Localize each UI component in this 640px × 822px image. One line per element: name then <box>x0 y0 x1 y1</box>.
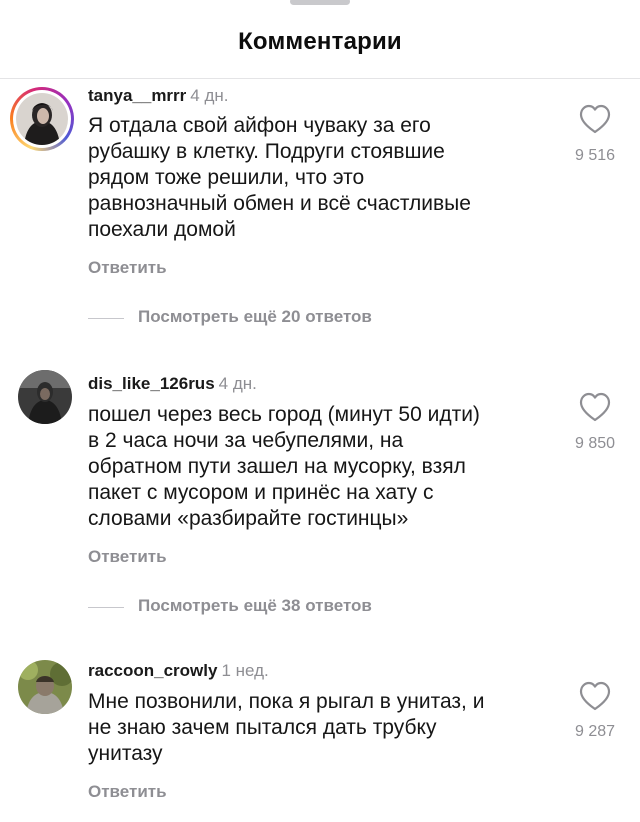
avatar-photo <box>18 370 72 424</box>
header-divider <box>0 78 640 79</box>
comment-meta: tanya__mrrr 4 дн. <box>88 86 229 106</box>
avatar <box>16 93 68 145</box>
like-count: 9 850 <box>574 435 616 452</box>
reply-button[interactable]: Ответить <box>88 547 167 567</box>
reply-button[interactable]: Ответить <box>88 782 167 802</box>
avatar-photo <box>16 93 68 145</box>
comment-text: Мне позвонили, пока я рыгал в унитаз, и … <box>88 690 485 765</box>
comment-time: 4 дн. <box>218 374 257 393</box>
comment-time: 1 нед. <box>221 661 269 680</box>
username[interactable]: dis_like_126rus <box>88 374 215 393</box>
replies-divider <box>88 607 124 608</box>
avatar[interactable] <box>18 660 72 714</box>
comments-sheet: Комментарии tanya__mrrr 4 дн. Я отдала св… <box>0 0 640 822</box>
comment-meta: dis_like_126rus 4 дн. <box>88 374 257 394</box>
heart-outline-icon[interactable] <box>578 103 612 135</box>
sheet-grabber[interactable] <box>290 0 350 5</box>
view-replies-label: Посмотреть ещё 38 ответов <box>138 596 372 615</box>
view-replies-button[interactable]: Посмотреть ещё 20 ответов <box>88 307 428 329</box>
like-count: 9 287 <box>574 723 616 740</box>
comment-time: 4 дн. <box>190 86 229 105</box>
avatar-photo <box>18 660 72 714</box>
comment-meta: raccoon_crowly 1 нед. <box>88 661 269 681</box>
avatar-story-ring[interactable] <box>10 87 74 151</box>
username[interactable]: raccoon_crowly <box>88 661 217 680</box>
avatar[interactable] <box>18 370 72 424</box>
reply-button[interactable]: Ответить <box>88 258 167 278</box>
comment-text: пошел через весь город (минут 50 идти) в… <box>88 403 480 530</box>
username[interactable]: tanya__mrrr <box>88 86 186 105</box>
replies-divider <box>88 318 124 319</box>
view-replies-label: Посмотреть ещё 20 ответов <box>138 307 372 326</box>
page-title: Комментарии <box>238 28 402 55</box>
heart-outline-icon[interactable] <box>578 391 612 423</box>
heart-outline-icon[interactable] <box>578 680 612 712</box>
like-count: 9 516 <box>574 147 616 164</box>
comment-text: Я отдала свой айфон чуваку за его рубашк… <box>88 114 471 241</box>
view-replies-button[interactable]: Посмотреть ещё 38 ответов <box>88 596 428 618</box>
